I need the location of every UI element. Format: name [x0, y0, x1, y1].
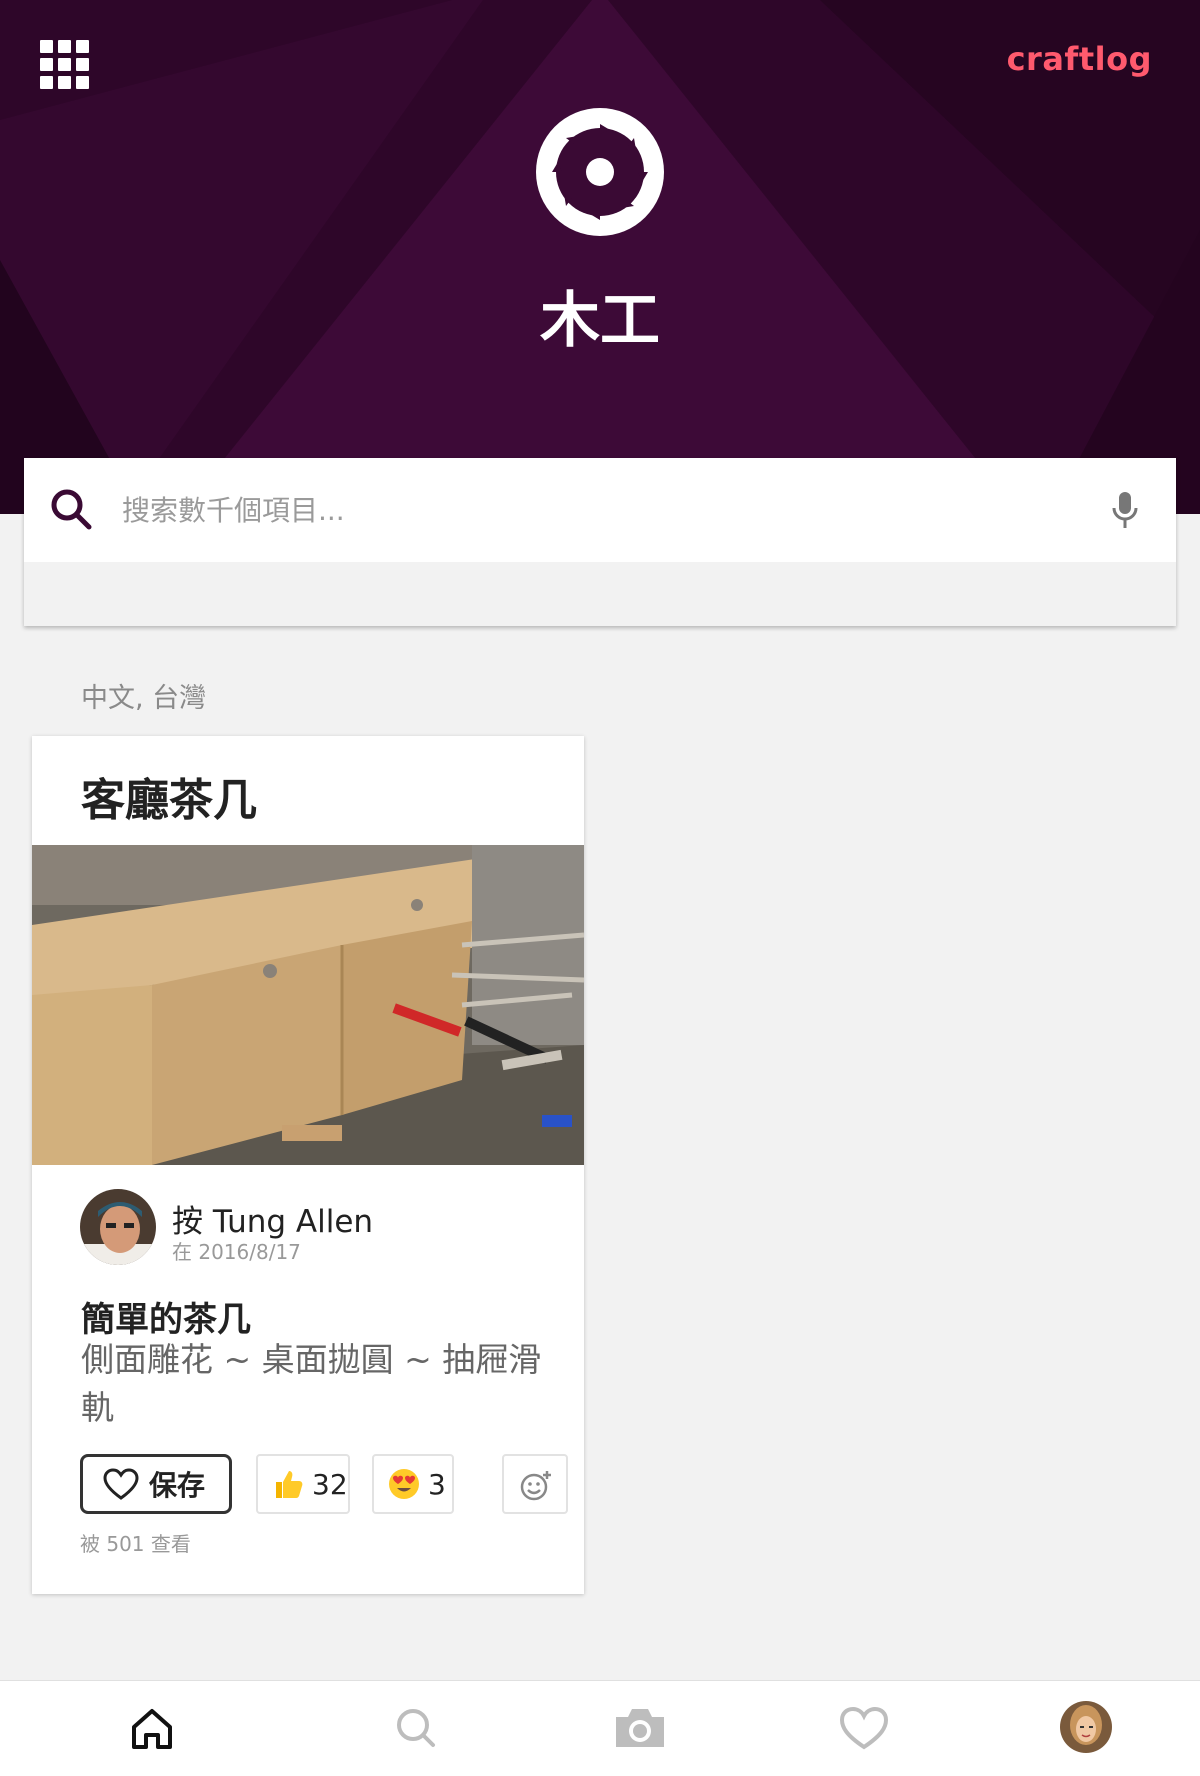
- bottom-navigation: [0, 1680, 1200, 1776]
- home-icon[interactable]: [124, 1703, 180, 1753]
- search-icon[interactable]: [388, 1703, 444, 1753]
- category-title: 木工: [540, 286, 660, 356]
- search-icon[interactable]: [50, 488, 92, 530]
- save-label: 保存: [149, 1469, 206, 1502]
- avatar[interactable]: [1060, 1701, 1112, 1753]
- card-title[interactable]: 客廳茶几: [81, 764, 257, 828]
- author-name[interactable]: 按 Tung Allen: [172, 1196, 373, 1241]
- saw-blade-icon: [536, 108, 664, 236]
- add-emoji-icon: [520, 1471, 551, 1501]
- post-title: 簡單的茶几: [81, 1300, 251, 1340]
- thumbs-up-icon: [276, 1471, 303, 1498]
- heart-outline-icon: [103, 1468, 139, 1500]
- post-date: 在 2016/8/17: [172, 1240, 301, 1264]
- heart-eyes-icon: [389, 1469, 419, 1499]
- camera-icon[interactable]: [612, 1703, 668, 1753]
- locale-label: 中文, 台灣: [81, 683, 207, 714]
- reaction-heart-eyes-button[interactable]: 3: [372, 1454, 454, 1514]
- search-panel: [24, 458, 1176, 626]
- post-description: 側面雕花 ~ 桌面拋圓 ~ 抽屜滑軌: [81, 1340, 542, 1427]
- search-bar: [24, 458, 1176, 562]
- microphone-icon[interactable]: [1110, 490, 1140, 530]
- view-count: 被 501 查看: [80, 1532, 191, 1556]
- add-reaction-button[interactable]: [502, 1454, 568, 1514]
- project-image[interactable]: [32, 845, 584, 1165]
- reaction-thumbs-up-button[interactable]: 32: [256, 1454, 350, 1514]
- grid-menu-icon[interactable]: [40, 40, 89, 89]
- reaction-count: 3: [428, 1467, 446, 1501]
- category-header: craftlog 木工: [0, 0, 1200, 514]
- search-input[interactable]: [122, 486, 1082, 534]
- project-card[interactable]: 客廳茶几 按 Tung Allen 在 2016/8/17 簡單的茶几 側面雕花…: [32, 736, 584, 1594]
- heart-icon[interactable]: [836, 1703, 892, 1753]
- brand-logo[interactable]: craftlog: [1007, 40, 1152, 78]
- author-avatar[interactable]: [80, 1189, 156, 1265]
- reaction-count: 32: [312, 1467, 348, 1501]
- save-button[interactable]: 保存: [80, 1454, 232, 1514]
